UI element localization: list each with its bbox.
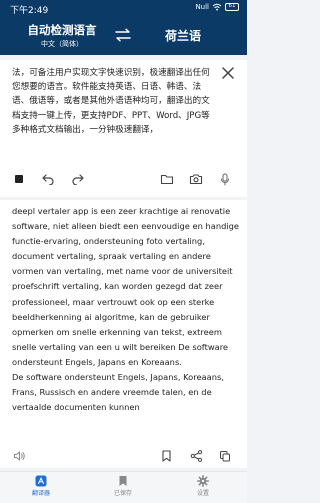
undo-icon[interactable] xyxy=(41,173,55,185)
nav-translator-label: 翻译器 xyxy=(31,490,50,497)
wifi-icon xyxy=(212,3,222,11)
signal-icon: Null xyxy=(195,3,209,11)
bookmark-icon[interactable] xyxy=(161,450,172,462)
translated-text: deepl vertaler app is een zeer krachtige… xyxy=(12,206,240,413)
status-icons: Null 61 xyxy=(195,3,239,11)
folder-icon[interactable] xyxy=(160,173,174,185)
source-language-detected: 中文（简体） xyxy=(41,40,83,48)
source-language-selector[interactable]: 自动检测语言 中文（简体） xyxy=(18,22,106,49)
settings-icon xyxy=(197,475,209,487)
copy-icon[interactable] xyxy=(219,450,231,462)
redo-icon[interactable] xyxy=(71,173,85,185)
microphone-icon[interactable] xyxy=(219,173,231,186)
nav-saved-label: 已保存 xyxy=(113,490,132,497)
nav-settings-label: 设置 xyxy=(196,490,209,497)
saved-icon xyxy=(119,476,127,486)
translator-icon xyxy=(35,475,47,487)
status-time: 下午2:49 xyxy=(10,6,49,16)
nav-translator[interactable]: 翻译器 xyxy=(16,475,66,497)
camera-icon[interactable] xyxy=(189,173,203,185)
output-panel: deepl vertaler app is een zeer krachtige… xyxy=(0,200,247,468)
app-header: 下午2:49 Null 61 自动检测语言 中文（简体） 荷兰语 xyxy=(0,0,247,55)
speaker-icon[interactable] xyxy=(13,450,26,462)
output-toolbar xyxy=(0,436,247,468)
close-icon[interactable] xyxy=(221,66,235,80)
nav-settings[interactable]: 设置 xyxy=(178,475,228,497)
source-language-name: 自动检测语言 xyxy=(27,23,97,37)
stop-icon[interactable] xyxy=(13,173,25,185)
battery-icon: 61 xyxy=(225,3,239,11)
target-language-selector[interactable]: 荷兰语 xyxy=(165,27,201,44)
nav-saved[interactable]: 已保存 xyxy=(98,475,148,497)
source-text[interactable]: 法，可备注用户实现文字快速识别，极速翻译出任何您想要的语言。软件能支持英语、日语… xyxy=(12,66,210,137)
input-panel: 法，可备注用户实现文字快速识别，极速翻译出任何您想要的语言。软件能支持英语、日语… xyxy=(0,60,247,197)
bottom-navigation: 翻译器 已保存 设置 xyxy=(0,471,247,503)
swap-languages-icon[interactable] xyxy=(114,28,132,42)
share-icon[interactable] xyxy=(190,450,203,462)
battery-level: 61 xyxy=(228,3,236,10)
